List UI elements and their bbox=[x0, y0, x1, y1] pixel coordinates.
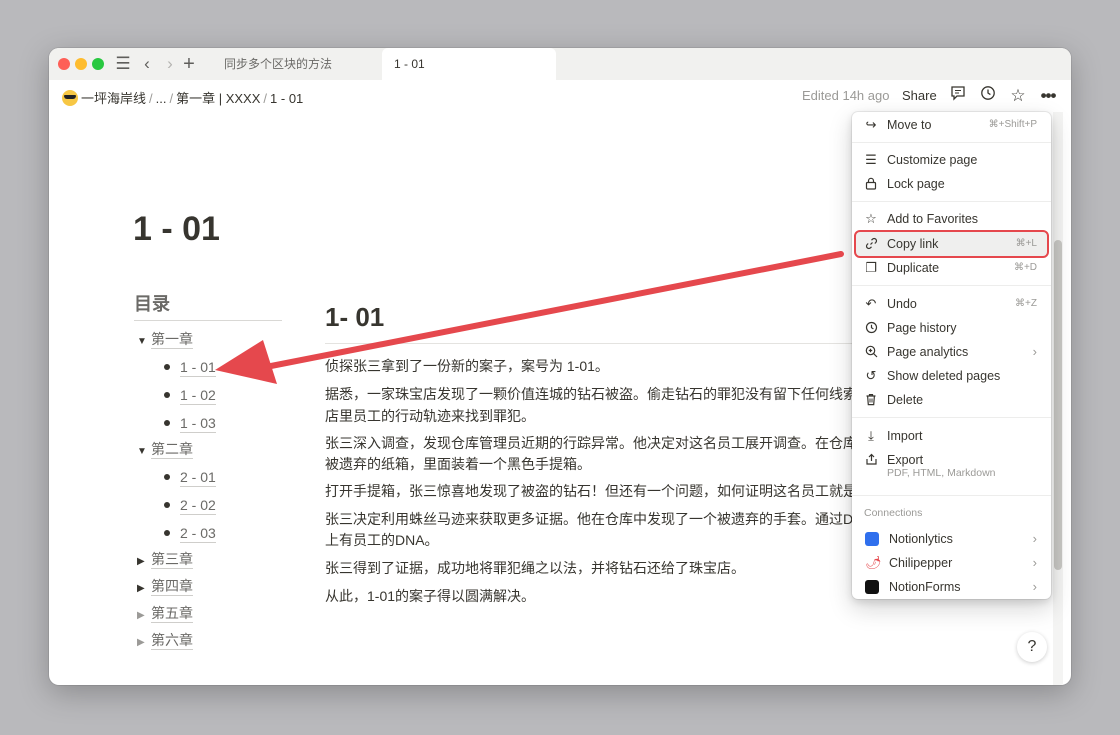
annotation-arrow bbox=[215, 251, 844, 384]
app-window: ☰ ‹ › + 同步多个区块的方法 1 - 01 一坪海岸线 /... / 第一章 |… bbox=[49, 48, 1071, 685]
